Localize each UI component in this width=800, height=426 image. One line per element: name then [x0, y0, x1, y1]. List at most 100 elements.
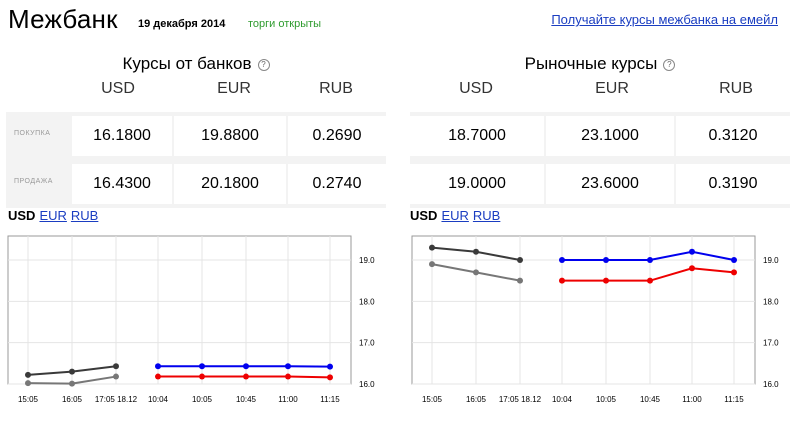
- x-tick-label: 16:05: [62, 395, 83, 404]
- data-point: [559, 277, 565, 284]
- data-point: [559, 257, 565, 263]
- y-tick-label: 16.0: [359, 380, 375, 389]
- x-tick-label: 11:15: [724, 395, 744, 404]
- table-row: ПОКУПКА 16.1800 19.8800 0.2690: [6, 112, 386, 160]
- currency-tabs-left: USD EUR RUB: [8, 208, 102, 223]
- table-row: 18.7000 23.1000 0.3120: [410, 112, 790, 160]
- data-point: [199, 373, 205, 380]
- y-tick-label: 18.0: [359, 297, 375, 306]
- tab-eur[interactable]: EUR: [39, 208, 66, 223]
- row-label-sell: ПРОДАЖА: [14, 178, 53, 185]
- data-point: [429, 261, 435, 268]
- market-rates-chart: 15:05 16:05 17:05 18.12 10:04 10:05 10:45 11:0…: [411, 235, 779, 404]
- bank-rates-title-text: Курсы от банков: [122, 54, 252, 73]
- x-tick-label: 16:05: [466, 395, 487, 404]
- tab-rub[interactable]: RUB: [473, 208, 500, 223]
- y-tick-label: 16.0: [763, 380, 779, 389]
- data-point: [113, 363, 119, 370]
- data-point: [25, 380, 31, 387]
- data-point: [647, 277, 653, 284]
- table-cell: 20.1800: [174, 164, 286, 204]
- column-rub: RUB: [319, 80, 353, 97]
- data-point: [473, 248, 479, 255]
- plot-area: [411, 235, 756, 385]
- data-point: [155, 363, 161, 370]
- data-point: [689, 248, 695, 255]
- data-point: [243, 363, 249, 370]
- plot-area: [7, 235, 352, 385]
- currency-tabs-right: USD EUR RUB: [410, 208, 504, 223]
- data-point: [155, 373, 161, 380]
- column-eur: EUR: [217, 80, 251, 97]
- market-rates-panel: Рыночные курсы? USD EUR RUB 18.7000 23.1…: [410, 48, 790, 208]
- market-rates-title-text: Рыночные курсы: [524, 54, 658, 73]
- table-cell: 0.3190: [676, 164, 790, 204]
- y-tick-label: 18.0: [763, 297, 779, 306]
- bank-rates-chart: 15:05 16:05 17:05 18.12 10:04 10:05 10:45 11:0…: [7, 235, 375, 404]
- data-point: [285, 363, 291, 370]
- table-cell: 18.7000: [410, 116, 544, 156]
- data-point: [517, 277, 523, 284]
- table-cell: 19.0000: [410, 164, 544, 204]
- data-point: [327, 374, 333, 381]
- bank-rates-panel: Курсы от банков? USD EUR RUB ПОКУПКА 16.…: [6, 48, 386, 208]
- column-usd: USD: [101, 80, 135, 97]
- help-icon[interactable]: ?: [663, 58, 676, 71]
- tab-rub[interactable]: RUB: [71, 208, 98, 223]
- market-rates-title: Рыночные курсы?: [410, 54, 790, 76]
- data-point: [199, 363, 205, 370]
- y-tick-label: 17.0: [359, 339, 375, 348]
- data-point: [517, 257, 523, 263]
- x-tick-label: 17:05 18.12: [499, 395, 542, 404]
- data-point: [689, 265, 695, 272]
- bank-rates-table: ПОКУПКА 16.1800 19.8800 0.2690 ПРОДАЖА 1…: [6, 112, 386, 208]
- data-point: [603, 257, 609, 263]
- data-point: [731, 257, 737, 263]
- x-tick-label: 11:00: [682, 395, 702, 404]
- x-tick-label: 10:04: [148, 395, 169, 404]
- data-point: [113, 373, 119, 380]
- table-cell: 16.4300: [72, 164, 172, 204]
- table-row: 19.0000 23.6000 0.3190: [410, 160, 790, 208]
- table-cell: 0.3120: [676, 116, 790, 156]
- y-tick-label: 17.0: [763, 339, 779, 348]
- y-tick-label: 19.0: [763, 256, 779, 265]
- table-cell: 23.1000: [546, 116, 674, 156]
- column-usd: USD: [459, 80, 493, 97]
- page-title: Межбанк: [8, 4, 118, 34]
- data-point: [243, 373, 249, 380]
- x-tick-label: 10:04: [552, 395, 573, 404]
- help-icon[interactable]: ?: [257, 58, 270, 71]
- table-cell: 19.8800: [174, 116, 286, 156]
- bank-rates-title: Курсы от банков?: [6, 54, 386, 76]
- data-point: [429, 244, 435, 251]
- column-rub: RUB: [719, 80, 753, 97]
- table-row: ПРОДАЖА 16.4300 20.1800 0.2740: [6, 160, 386, 208]
- table-cell: 23.6000: [546, 164, 674, 204]
- data-point: [731, 269, 737, 276]
- tab-usd[interactable]: USD: [410, 208, 437, 223]
- trading-date: 19 декабря 2014: [138, 18, 226, 30]
- x-tick-label: 17:05 18.12: [95, 395, 138, 404]
- market-rates-header: USD EUR RUB: [410, 76, 790, 112]
- x-tick-label: 10:05: [192, 395, 213, 404]
- row-label-buy: ПОКУПКА: [14, 130, 51, 137]
- x-tick-label: 11:00: [278, 395, 298, 404]
- data-point: [69, 380, 75, 387]
- data-point: [69, 368, 75, 375]
- data-point: [473, 269, 479, 276]
- x-tick-label: 10:45: [640, 395, 661, 404]
- data-point: [327, 363, 333, 370]
- x-tick-label: 10:05: [596, 395, 617, 404]
- data-point: [285, 373, 291, 380]
- x-tick-label: 11:15: [320, 395, 340, 404]
- column-eur: EUR: [595, 80, 629, 97]
- email-subscribe-link[interactable]: Получайте курсы межбанка на емейл: [551, 12, 778, 27]
- tab-usd[interactable]: USD: [8, 208, 35, 223]
- x-tick-label: 15:05: [18, 395, 39, 404]
- data-point: [25, 371, 31, 378]
- data-point: [647, 257, 653, 263]
- bank-rates-header: USD EUR RUB: [6, 76, 386, 112]
- market-rates-table: 18.7000 23.1000 0.3120 19.0000 23.6000 0…: [410, 112, 790, 208]
- tab-eur[interactable]: EUR: [441, 208, 468, 223]
